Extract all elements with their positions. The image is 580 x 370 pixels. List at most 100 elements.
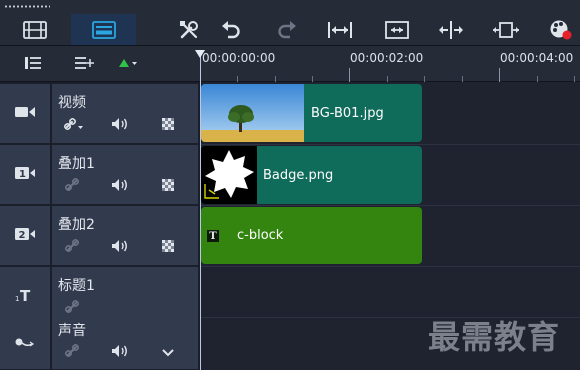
add-track-button[interactable] <box>74 56 94 72</box>
clip-overlay-2[interactable]: T c-block <box>201 207 422 264</box>
track-info: 视频 <box>52 84 198 144</box>
link-icon <box>64 238 80 257</box>
track-name: 视频 <box>58 95 86 111</box>
undo-button[interactable] <box>216 14 246 46</box>
mute-toggle[interactable] <box>110 117 130 133</box>
screen-capture-button[interactable] <box>381 14 413 46</box>
checkerboard-icon <box>161 177 175 196</box>
ruler-label: 00:00:00:00 <box>202 51 276 65</box>
playhead-line[interactable] <box>200 52 201 370</box>
track-name: 声音 <box>58 323 86 339</box>
link-toggle[interactable] <box>62 299 82 318</box>
track-toolbar <box>0 46 200 82</box>
svg-text:1: 1 <box>19 169 26 180</box>
link-toggle[interactable] <box>62 238 82 257</box>
speaker-icon <box>111 116 129 135</box>
timeline-view-button[interactable] <box>71 14 136 46</box>
clip-thumbnail <box>201 146 257 204</box>
ruler-tick <box>349 68 350 82</box>
clip-label: Badge.png <box>263 168 334 183</box>
lane-divider <box>200 266 580 267</box>
lane-divider <box>200 144 580 145</box>
video-track-icon-cell[interactable] <box>0 84 51 144</box>
link-toggle[interactable] <box>62 177 82 196</box>
transparency-toggle[interactable] <box>158 117 178 133</box>
undo-icon <box>220 20 242 40</box>
redo-icon <box>276 20 298 40</box>
track-name: 叠加1 <box>58 156 95 172</box>
link-icon <box>63 116 84 135</box>
track-header-overlay-2[interactable]: 2 叠加2 <box>0 206 200 266</box>
redo-button[interactable] <box>272 14 302 46</box>
track-manager-icon <box>24 55 44 74</box>
track-name: 叠加2 <box>58 217 95 233</box>
split-button[interactable] <box>436 14 466 46</box>
storyboard-view-button[interactable] <box>0 14 70 46</box>
clip-thumbnail <box>201 84 304 142</box>
clip-label: c-block <box>237 228 284 243</box>
track-info: 叠加1 <box>52 145 198 205</box>
playback-mode-dropdown[interactable] <box>117 56 139 72</box>
resize-icon <box>492 20 520 40</box>
link-icon <box>64 299 80 318</box>
speaker-icon <box>111 238 129 257</box>
svg-text:T: T <box>20 287 31 303</box>
track-info: 声音 <box>52 318 198 370</box>
mute-toggle[interactable] <box>110 344 130 360</box>
voice-options-dropdown[interactable] <box>158 344 178 360</box>
link-icon <box>64 343 80 362</box>
sound-mixer-button[interactable] <box>546 14 576 46</box>
track-header-video[interactable]: 视频 <box>0 84 200 144</box>
watermark: 最需教育 <box>428 318 561 356</box>
ripple-edit-dropdown[interactable] <box>63 116 84 135</box>
track-manager-button[interactable] <box>24 56 44 72</box>
checkerboard-icon <box>161 238 175 257</box>
track-info: 叠加2 <box>52 206 198 266</box>
split-icon <box>438 20 464 40</box>
video-track-icon <box>14 104 36 123</box>
track-header-overlay-1[interactable]: 1 叠加1 <box>0 145 200 205</box>
sound-mixer-icon <box>549 19 573 41</box>
svg-text:2: 2 <box>19 230 26 241</box>
transparency-toggle[interactable] <box>158 239 178 255</box>
fit-width-icon <box>327 21 353 39</box>
text-clip-icon: T <box>207 230 219 242</box>
timeline-icon <box>91 21 116 39</box>
overlay-track-1-icon: 1 <box>14 165 36 184</box>
mute-toggle[interactable] <box>110 178 130 194</box>
drag-grip[interactable] <box>4 5 50 8</box>
timeline-ruler[interactable]: 00:00:00:00 00:00:02:00 00:00:04:00 <box>200 46 580 82</box>
overlay-2-track-icon-cell[interactable]: 2 <box>0 206 51 266</box>
filmstrip-icon <box>23 21 47 39</box>
title-track-icon: 1T <box>14 287 36 307</box>
play-triangle-icon <box>117 55 139 74</box>
tools-icon <box>178 19 200 41</box>
checkerboard-icon <box>161 116 175 135</box>
screen-capture-icon <box>385 20 409 40</box>
tools-button[interactable] <box>174 14 204 46</box>
resize-button[interactable] <box>490 14 522 46</box>
overlay-1-track-icon-cell[interactable]: 1 <box>0 145 51 205</box>
chevron-down-icon <box>161 343 175 362</box>
speaker-icon <box>111 343 129 362</box>
link-toggle[interactable] <box>62 343 82 362</box>
mute-toggle[interactable] <box>110 239 130 255</box>
svg-text:1: 1 <box>15 295 19 303</box>
playhead-handle[interactable] <box>195 50 205 58</box>
link-icon <box>64 177 80 196</box>
track-header-voice[interactable]: 声音 <box>0 318 200 370</box>
fit-project-button[interactable] <box>324 14 356 46</box>
voice-track-icon <box>14 334 36 353</box>
add-track-icon <box>74 55 94 74</box>
voice-track-icon-cell[interactable] <box>0 318 51 370</box>
clip-label: BG-B01.jpg <box>311 106 384 121</box>
clip-video[interactable]: BG-B01.jpg <box>201 84 422 142</box>
lane-divider <box>200 205 580 206</box>
ruler-label: 00:00:02:00 <box>350 51 424 65</box>
transparency-toggle[interactable] <box>158 178 178 194</box>
ruler-label: 00:00:04:00 <box>500 51 574 65</box>
clip-overlay-1[interactable]: Badge.png <box>201 146 422 204</box>
main-toolbar <box>0 0 580 46</box>
track-name: 标题1 <box>58 278 95 294</box>
ruler-tick <box>499 68 500 82</box>
